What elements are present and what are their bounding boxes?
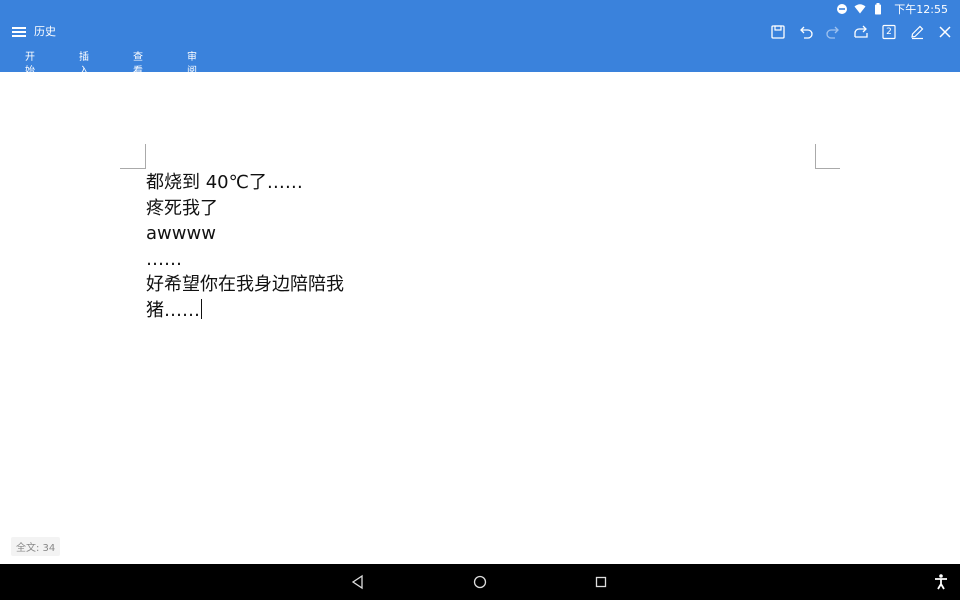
- text-line-content[interactable]: 猪……: [146, 300, 200, 321]
- edit-icon[interactable]: [909, 24, 925, 40]
- word-count: 全文: 34: [11, 537, 61, 556]
- text-line[interactable]: awwww: [146, 221, 344, 247]
- share-icon[interactable]: [853, 24, 869, 40]
- document-page[interactable]: 都烧到 40℃了…… 疼死我了 awwww …… 好希望你在我身边陪陪我 猪………: [0, 72, 960, 564]
- battery-icon: [872, 3, 884, 15]
- toolbar: 2: [770, 24, 960, 40]
- status-bar: 下午12:55: [0, 0, 960, 18]
- margin-corner-top-right: [815, 144, 840, 169]
- text-line-last[interactable]: 猪……: [146, 298, 344, 324]
- status-time: 下午12:55: [894, 3, 948, 16]
- text-line[interactable]: 好希望你在我身边陪陪我: [146, 272, 344, 298]
- accessibility-icon[interactable]: [931, 572, 951, 592]
- do-not-disturb-icon: [836, 3, 848, 15]
- page-count-icon[interactable]: 2: [881, 24, 897, 40]
- document-title[interactable]: 历史: [34, 25, 56, 39]
- navigation-bar: [0, 564, 960, 600]
- redo-icon[interactable]: [825, 24, 841, 40]
- menu-icon[interactable]: [12, 25, 26, 39]
- close-icon[interactable]: [937, 24, 953, 40]
- text-line[interactable]: 都烧到 40℃了……: [146, 170, 344, 196]
- margin-corner-top-left: [120, 144, 146, 169]
- document-text[interactable]: 都烧到 40℃了…… 疼死我了 awwww …… 好希望你在我身边陪陪我 猪……: [146, 170, 344, 324]
- status-icons: 下午12:55: [836, 2, 948, 16]
- recents-icon[interactable]: [591, 572, 611, 592]
- page-count-badge: 2: [886, 27, 892, 37]
- app-bar: 历史 开始 插入 查看 审阅 2: [0, 18, 960, 77]
- wifi-icon: [854, 3, 866, 15]
- text-line[interactable]: 疼死我了: [146, 196, 344, 222]
- text-line[interactable]: ……: [146, 247, 344, 273]
- save-icon[interactable]: [770, 24, 786, 40]
- undo-icon[interactable]: [798, 24, 814, 40]
- home-icon[interactable]: [470, 572, 490, 592]
- text-cursor: [201, 298, 202, 319]
- back-icon[interactable]: [348, 572, 368, 592]
